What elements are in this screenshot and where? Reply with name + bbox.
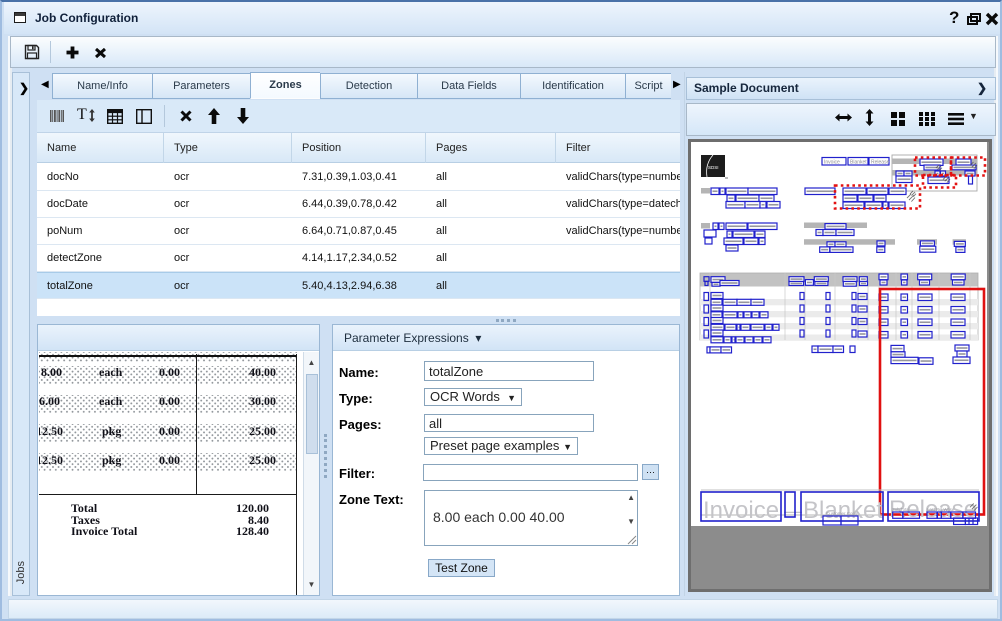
svg-text:—: — xyxy=(784,501,802,521)
svg-text:Customer Copy: Customer Copy xyxy=(826,511,858,516)
svg-text:SDSI: SDSI xyxy=(708,165,719,170)
svg-text:Invoice: Invoice xyxy=(703,497,779,524)
svg-text:Release: Release xyxy=(871,160,890,166)
svg-text:Invoice: Invoice xyxy=(824,160,840,166)
svg-text:Blanket: Blanket xyxy=(850,160,867,166)
svg-text:Last Rel Whse: Last Rel Whse xyxy=(927,507,955,512)
svg-text:Sub Total: Sub Total xyxy=(892,507,909,512)
